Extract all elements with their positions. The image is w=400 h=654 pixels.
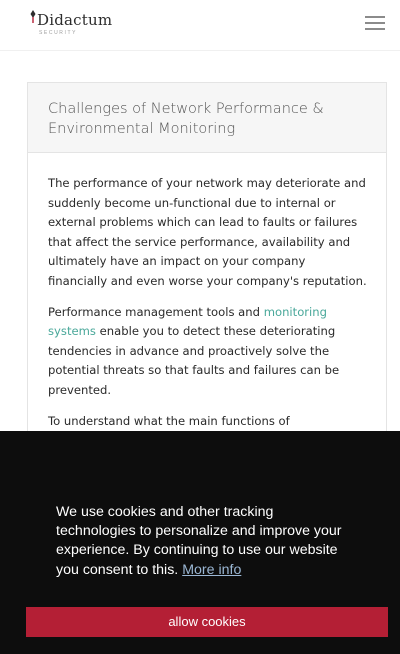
logo-subtext: SECURITY — [39, 30, 78, 36]
hamburger-menu-icon[interactable] — [365, 16, 387, 32]
article-paragraph: Performance management tools and monitor… — [48, 303, 368, 401]
article-title: Challenges of Network Performance & Envi… — [48, 101, 324, 137]
article-paragraph: The performance of your network may dete… — [48, 176, 367, 288]
logo-text: Didactum — [37, 11, 113, 29]
header-divider — [0, 50, 400, 51]
cookie-banner-text: We use cookies and other tracking techno… — [56, 503, 346, 580]
more-info-link[interactable]: More info — [182, 562, 241, 578]
article-text: Performance management tools and — [48, 304, 264, 319]
article-card-header: Challenges of Network Performance & Envi… — [28, 83, 386, 153]
site-header: Didactum SECURITY — [0, 0, 400, 50]
article-body: The performance of your network may dete… — [48, 174, 368, 442]
article-paragraph: To understand what the main functions of — [48, 413, 290, 428]
allow-cookies-button[interactable]: allow cookies — [26, 607, 388, 637]
cookie-banner: We use cookies and other tracking techno… — [0, 431, 400, 654]
